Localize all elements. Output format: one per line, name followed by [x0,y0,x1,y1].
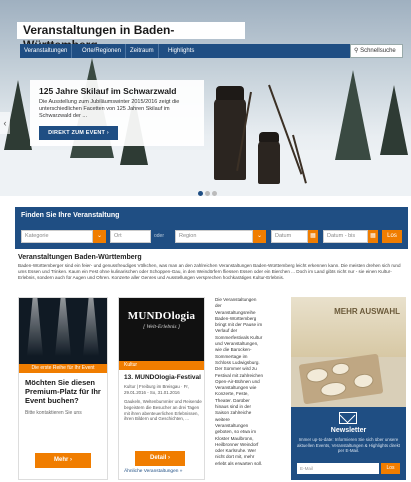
event-title[interactable]: 13. MUNDOlogia-Festival [124,374,201,381]
ad-background [291,297,406,357]
ad-headline: MEHR AUSWAHL [334,307,400,316]
event-search-title: Finden Sie Ihre Veranstaltung [21,212,120,219]
main-nav: Veranstaltungen Orte/Regionen Zeitraum H… [20,44,403,58]
quick-search-label: Schnellsuche [360,48,396,54]
mundologia-logo-image: MUNDOlogia [ Welt-Erlebnis ] [119,298,204,361]
plate-shape [305,366,330,384]
stage-spotlights-image [19,298,107,364]
slider-dot[interactable] [198,191,203,196]
search-submit-button[interactable]: Los [382,230,402,243]
premium-more-button[interactable]: Mehr › [35,453,91,468]
slider-prev-arrow[interactable]: ‹ [0,112,10,134]
plate-shape [352,372,375,390]
plate-shape [330,361,351,377]
date-from-input[interactable]: Datum [271,230,308,243]
calendar-icon[interactable]: ▦ [308,230,318,243]
event-category-caption: Kultur [119,361,204,370]
region-select[interactable]: Region [175,230,253,243]
category-select[interactable]: Kategorie [21,230,93,243]
tree-decoration [335,70,371,160]
hero-teaser-title: 125 Jahre Skilauf im Schwarzwald [39,86,177,96]
premium-text: Bitte kontaktieren Sie uns [25,410,82,416]
spotlight-beam [55,298,71,356]
event-detail-button[interactable]: Detail › [135,451,185,466]
spotlight-beam [27,298,43,356]
hero-teaser: 125 Jahre Skilauf im Schwarzwald Die Aus… [30,80,204,146]
event-card[interactable]: MUNDOlogia [ Welt-Erlebnis ] Kultur 13. … [118,297,205,480]
chevron-down-icon[interactable]: ⌄ [93,230,106,243]
mundologia-logo: MUNDOlogia [127,310,196,322]
chevron-down-icon[interactable]: ⌄ [253,230,266,243]
slider-dot[interactable] [212,191,217,196]
calendar-icon[interactable]: ▦ [368,230,378,243]
slider-dots [198,183,219,196]
quick-search-button[interactable]: ⚲ Schnellsuche [350,44,403,58]
plate-shape [319,380,348,398]
spotlight-beam [83,298,99,356]
intro-heading: Veranstaltungen Baden-Württemberg [18,254,142,261]
newsletter-box: Newsletter Immer up-to-date: Informieren… [291,407,406,480]
or-label: oder [154,233,165,239]
place-input[interactable]: Ort [110,230,151,243]
newsletter-text: Immer up-to-date: Informieren Sie sich ü… [297,437,400,454]
newsletter-title: Newsletter [330,427,367,434]
date-to-input[interactable]: Datum - bis [323,230,368,243]
nav-item-zeitraum[interactable]: Zeitraum [126,44,159,58]
nav-item-orte-regionen[interactable]: Orte/Regionen [78,44,127,58]
food-tray-image [298,353,384,405]
nav-item-veranstaltungen[interactable]: Veranstaltungen [20,44,73,58]
newsletter-email-input[interactable]: E-Mail [297,463,379,474]
envelope-icon [339,407,357,424]
similar-events-link[interactable]: Ähnliche Veranstaltungen » [124,469,182,474]
skier-hat [216,86,244,100]
tree-decoration [380,85,408,155]
hero-teaser-text: Die Ausstellung zum Jubiläumswinter 2015… [39,99,180,119]
premium-caption: Die erste Reihe für Ihr Event [19,364,107,373]
editorial-text-column: Die Veranstaltungen der Veranstaltungsre… [215,297,263,466]
premium-slot-card: Die erste Reihe für Ihr Event Möchten Si… [18,297,108,480]
direct-to-event-button[interactable]: DIREKT ZUM EVENT › [39,126,118,140]
event-search-panel: Finden Sie Ihre Veranstaltung Kategorie … [15,207,408,249]
hero-slider: Veranstaltungen in Baden-Württemberg Ver… [0,0,411,196]
mundologia-logo-sub: [ Welt-Erlebnis ] [142,324,181,330]
search-icon: ⚲ [354,48,359,54]
skier-figure [258,140,280,184]
skier-hat [259,132,279,142]
event-description: Gaukeln, Weltenbummler und Reisende bege… [124,399,202,422]
slider-dot[interactable] [205,191,210,196]
page-title: Veranstaltungen in Baden-Württemberg [17,22,245,52]
advertisement-banner[interactable]: MEHR AUSWAHL [291,297,406,407]
event-meta: Kultur | Freiburg im Breisgau · Fr, 29.0… [124,384,189,395]
nav-item-highlights[interactable]: Highlights [164,44,198,58]
intro-text: Baden-Württemberger sind ein feier- und … [18,263,401,280]
newsletter-submit-button[interactable]: Los [381,463,400,474]
premium-title: Möchten Sie diesen Premium-Platz für Ihr… [25,378,101,405]
